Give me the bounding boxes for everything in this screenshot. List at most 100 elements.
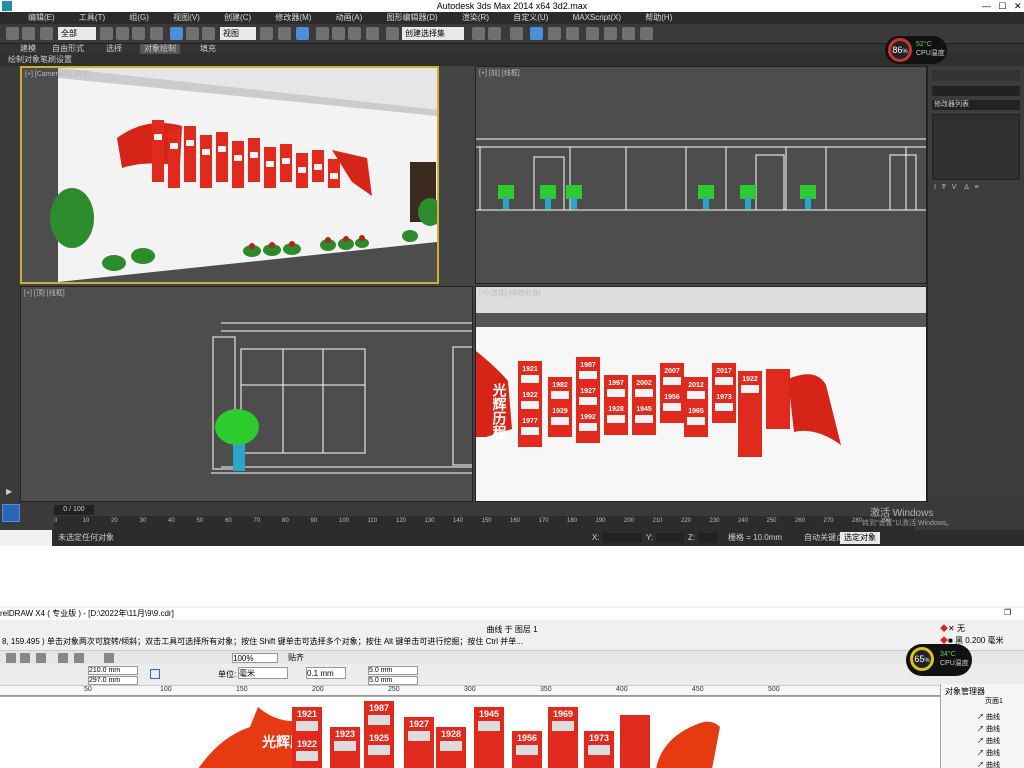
viewport-front-label[interactable]: [+] [前] [线框]	[479, 68, 520, 78]
x-coord-field[interactable]	[602, 533, 642, 543]
corel-panel-photo	[588, 745, 610, 755]
viewport-perspective-label[interactable]: [+] [透视] [明暗处理]	[479, 288, 541, 298]
3dsmax-logo-icon[interactable]	[2, 1, 12, 11]
named-selection-set-dropdown[interactable]: 创建选择集	[402, 27, 464, 40]
corel-drawing-canvas[interactable]: 光辉历程 1921 1922 1923 1987 1925 1927 1928 1945 195…	[0, 696, 940, 768]
object-manager-list[interactable]: ↗ 曲线 ↗ 曲线 ↗ 曲线 ↗ 曲线 ↗ 曲线	[977, 712, 1000, 768]
ribbon-tab-object-paint[interactable]: 对象绘制	[140, 44, 180, 54]
modifier-list-dropdown[interactable]: 修改器列表	[932, 100, 1020, 110]
new-icon[interactable]	[6, 653, 16, 663]
snaps-toggle-icon[interactable]	[316, 27, 329, 40]
menu-help[interactable]: 帮助(H)	[645, 13, 672, 22]
play-arrow-icon[interactable]: ▶	[6, 488, 14, 496]
unit-dropdown[interactable]: 毫米	[238, 667, 288, 679]
cut-icon[interactable]	[58, 653, 68, 663]
corel-restore-icon[interactable]: ❐	[1004, 608, 1011, 617]
menu-views[interactable]: 视图(V)	[173, 13, 200, 22]
menu-graph-editors[interactable]: 图形编辑器(D)	[387, 13, 438, 22]
duplicate-y-field[interactable]: 5.0 mm	[368, 676, 418, 685]
percent-snap-icon[interactable]	[348, 27, 361, 40]
object-name-field[interactable]	[932, 86, 1020, 96]
save-icon[interactable]	[20, 653, 30, 663]
paint-objects-label[interactable]: 绘制对象	[8, 54, 40, 66]
layer-manager-icon[interactable]	[510, 27, 523, 40]
menu-create[interactable]: 创建(C)	[224, 13, 251, 22]
object-manager-item[interactable]: ↗ 曲线	[977, 748, 1000, 760]
ribbon-tab-populate[interactable]: 填充	[200, 44, 216, 54]
viewport-front[interactable]: [+] [前] [线框]	[475, 66, 927, 284]
spinner-snap-icon[interactable]	[366, 27, 379, 40]
menu-customize[interactable]: 自定义(U)	[513, 13, 548, 22]
time-slider[interactable]: 0 / 100	[54, 505, 94, 515]
menu-animation[interactable]: 动画(A)	[336, 13, 363, 22]
window-controls[interactable]: — ☐ ✕	[960, 0, 1024, 12]
menu-edit[interactable]: 编辑(E)	[28, 13, 55, 22]
viewport-camera-label[interactable]: [+] [Camera01] [真实]	[25, 69, 91, 79]
maxscript-listener[interactable]	[0, 530, 52, 546]
select-object-icon[interactable]	[100, 27, 113, 40]
object-manager-item[interactable]: ↗ 曲线	[977, 724, 1000, 736]
bind-spacewarp-icon[interactable]	[40, 27, 53, 40]
mirror-icon[interactable]	[472, 27, 485, 40]
portrait-icon[interactable]	[150, 669, 160, 679]
duplicate-x-field[interactable]: 5.0 mm	[368, 666, 418, 675]
menu-tools[interactable]: 工具(T)	[79, 13, 105, 22]
object-manager-item[interactable]: ↗ 曲线	[977, 736, 1000, 748]
menu-modifiers[interactable]: 修改器(M)	[275, 13, 311, 22]
select-by-name-icon[interactable]	[116, 27, 129, 40]
menu-maxscript[interactable]: MAXScript(X)	[573, 13, 621, 22]
command-panel-tabs[interactable]	[932, 70, 1020, 81]
horizontal-ruler[interactable]: 50 100 150 200 250 300 350 400 450 500	[0, 686, 940, 696]
schematic-view-icon[interactable]	[566, 27, 579, 40]
unlink-icon[interactable]	[22, 27, 35, 40]
window-crossing-icon[interactable]	[150, 27, 163, 40]
curve-editor-icon[interactable]	[548, 27, 561, 40]
render-production-icon[interactable]	[640, 27, 653, 40]
viewport-camera[interactable]: [+] [Camera01] [真实]	[20, 66, 439, 284]
edit-named-selection-icon[interactable]	[386, 27, 399, 40]
keyboard-shortcut-icon[interactable]	[296, 27, 309, 40]
ribbon-tab-selection[interactable]: 选择	[106, 44, 122, 54]
snap-to-dropdown[interactable]: 贴齐	[288, 652, 304, 663]
rect-selection-icon[interactable]	[132, 27, 145, 40]
material-editor-icon[interactable]	[586, 27, 599, 40]
nudge-distance-field[interactable]: 0.1 mm	[306, 667, 346, 679]
move-icon[interactable]	[170, 27, 183, 40]
time-configuration-icon[interactable]	[2, 504, 20, 522]
angle-snap-icon[interactable]	[332, 27, 345, 40]
render-setup-icon[interactable]	[604, 27, 617, 40]
print-icon[interactable]	[36, 653, 46, 663]
timeline-track[interactable]: 0 10 20 30 40 50 60 70 80 90 100 110 120 130 140 150 160…	[54, 516, 914, 530]
viewport-top-label[interactable]: [+] [顶] [线框]	[24, 288, 65, 298]
selection-filter-dropdown[interactable]: 全部	[58, 27, 96, 40]
ribbon-tab-modeling[interactable]: 建模	[20, 44, 36, 54]
page-width-field[interactable]: 210.0 mm	[88, 666, 138, 675]
scale-icon[interactable]	[202, 27, 215, 40]
brush-settings-label[interactable]: 笔刷设置	[40, 54, 72, 66]
y-coord-field[interactable]	[656, 533, 684, 543]
rotate-icon[interactable]	[186, 27, 199, 40]
copy-icon[interactable]	[74, 653, 84, 663]
viewport-perspective[interactable]: [+] [透视] [明暗处理] 光辉历程 1921 1922 1977 1982 192…	[475, 286, 927, 502]
align-icon[interactable]	[488, 27, 501, 40]
reference-coord-dropdown[interactable]: 视图	[220, 27, 256, 40]
undo-icon[interactable]	[104, 653, 114, 663]
auto-key-button[interactable]: 自动关键点	[804, 530, 844, 546]
link-icon[interactable]	[6, 27, 19, 40]
z-coord-field[interactable]	[698, 533, 718, 543]
menu-group[interactable]: 组(G)	[129, 13, 149, 22]
ribbon-tab-freeform[interactable]: 自由形式	[52, 44, 84, 54]
object-manager-item[interactable]: ↗ 曲线	[977, 760, 1000, 768]
key-filter-dropdown[interactable]: 选定对象	[840, 532, 880, 544]
viewport-top[interactable]: [+] [顶] [线框]	[20, 286, 473, 502]
menu-rendering[interactable]: 渲染(R)	[462, 13, 489, 22]
zoom-dropdown[interactable]: 100%	[232, 653, 278, 663]
object-manager-item[interactable]: ↗ 曲线	[977, 712, 1000, 724]
pivot-center-icon[interactable]	[260, 27, 273, 40]
rendered-frame-icon[interactable]	[622, 27, 635, 40]
stack-controls[interactable]: I Ŧ V ∆ ≡	[934, 184, 1018, 192]
graphite-toggle-icon[interactable]	[530, 27, 543, 40]
select-manipulate-icon[interactable]	[278, 27, 291, 40]
modifier-stack[interactable]	[932, 114, 1020, 180]
page-height-field[interactable]: 297.0 mm	[88, 676, 138, 685]
